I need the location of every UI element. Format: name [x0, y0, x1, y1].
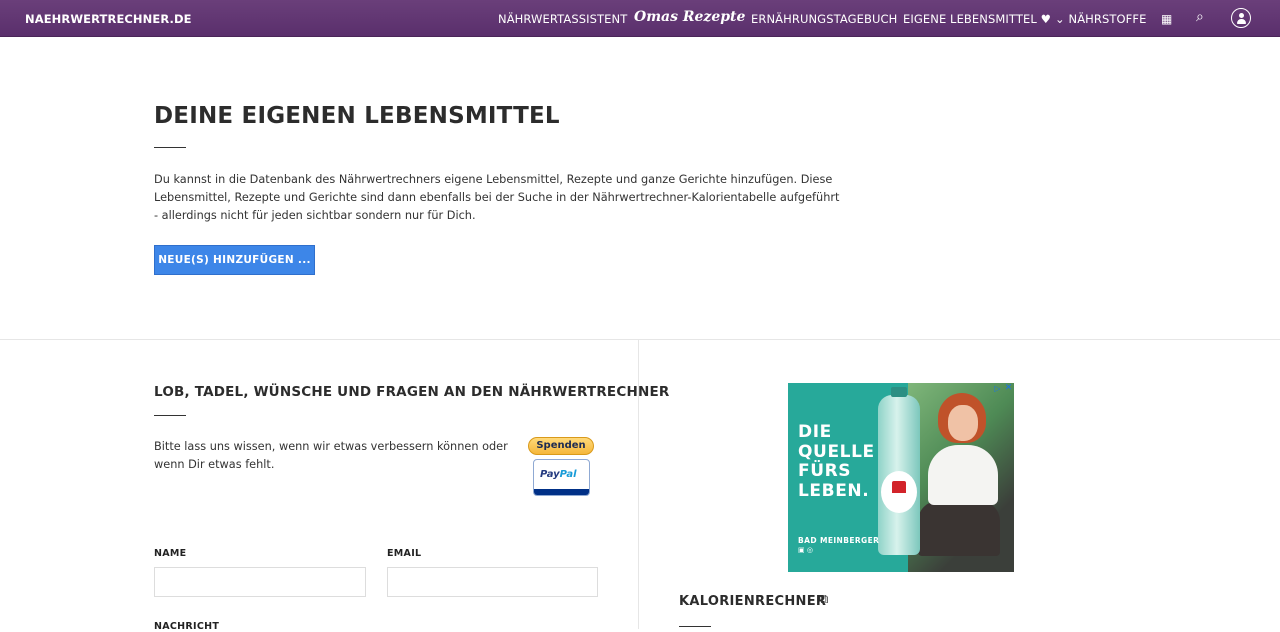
- feedback-text: Bitte lass uns wissen, wenn wir etwas ve…: [154, 440, 508, 471]
- calorie-calculator-title[interactable]: KALORIENRECHNER: [679, 594, 826, 609]
- title-underline: [154, 147, 186, 148]
- email-field[interactable]: [387, 567, 598, 597]
- add-new-button[interactable]: NEUE(S) HINZUFÜGEN ...: [154, 245, 315, 275]
- ad-person-face: [948, 405, 978, 441]
- nav-item-naehrwertassistent[interactable]: NÄHRWERTASSISTENT: [498, 12, 627, 26]
- name-label: NAME: [154, 548, 187, 559]
- calculator-icon[interactable]: ▦: [1161, 12, 1172, 26]
- external-link-icon[interactable]: ⧉: [819, 592, 828, 607]
- message-label: NACHRICHT: [154, 621, 220, 632]
- nav-item-naehrstoffe[interactable]: ⌄ NÄHRSTOFFE: [1055, 12, 1146, 26]
- nav-item-ernaehrungstagebuch[interactable]: ERNÄHRUNGSTAGEBUCH: [751, 12, 897, 26]
- intro-text: Du kannst in die Datenbank des Nährwertr…: [154, 173, 840, 222]
- ad-headline: DIE QUELLE FÜRS LEBEN.: [798, 422, 875, 501]
- ad-social-icons: ▣ ◎: [798, 546, 813, 554]
- email-label: EMAIL: [387, 548, 422, 559]
- ad-bottle-label: [881, 471, 917, 513]
- paypal-text-pay: Pay: [540, 469, 560, 480]
- ad-person-legs: [918, 501, 1000, 556]
- search-icon[interactable]: ⌕: [1196, 9, 1204, 25]
- ad-close-icon[interactable]: ✕: [1003, 383, 1014, 394]
- ad-person-body: [928, 445, 998, 505]
- nav-item-omas-rezepte[interactable]: Omas Rezepte: [634, 9, 745, 25]
- user-account-icon[interactable]: [1231, 8, 1251, 28]
- ad-brand: BAD MEINBERGER: [798, 536, 880, 545]
- nav-item-eigene-lebensmittel[interactable]: EIGENE LEBENSMITTEL ♥: [903, 12, 1051, 26]
- donate-button[interactable]: Spenden: [528, 437, 594, 455]
- calorie-title-underline: [679, 626, 711, 627]
- page-title: DEINE EIGENEN LEBENSMITTEL: [154, 103, 560, 129]
- paypal-logo-text: PayPal: [540, 469, 577, 480]
- feedback-title: LOB, TADEL, WÜNSCHE UND FRAGEN AN DEN NÄ…: [154, 384, 670, 400]
- ad-choices-icon[interactable]: ▷: [992, 383, 1003, 394]
- paypal-logo[interactable]: PayPal: [533, 459, 590, 496]
- feedback-title-underline: [154, 415, 186, 416]
- paypal-bar: [534, 489, 589, 495]
- site-logo[interactable]: NAEHRWERTRECHNER.DE: [25, 12, 192, 26]
- name-field[interactable]: [154, 567, 366, 597]
- paypal-text-pal: Pal: [559, 469, 577, 480]
- top-navbar: NAEHRWERTRECHNER.DE NÄHRWERTASSISTENT Om…: [0, 0, 1280, 37]
- section-divider: [0, 339, 1280, 340]
- advertisement-banner[interactable]: DIE QUELLE FÜRS LEBEN. BAD MEINBERGER ▣ …: [788, 383, 1014, 572]
